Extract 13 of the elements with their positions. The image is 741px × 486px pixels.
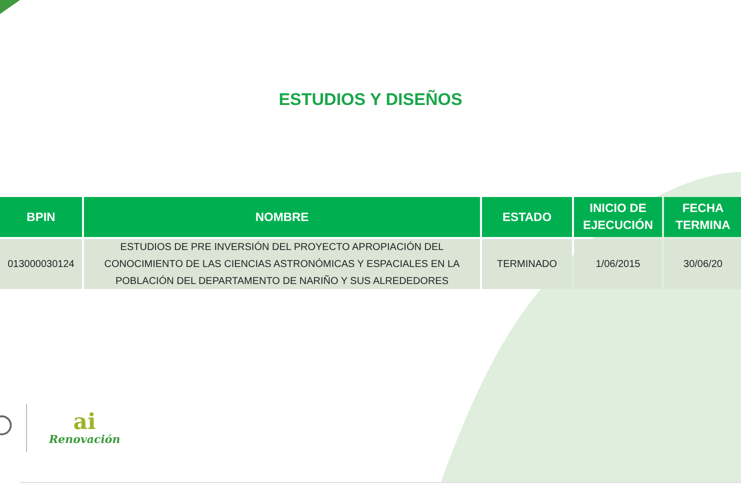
table-cell: 30/06/20 [664, 239, 741, 289]
column-header: FECHA TERMINA [664, 197, 741, 237]
table-cell: 1/06/2015 [574, 239, 662, 289]
table-cell: TERMINADO [482, 239, 572, 289]
slide-title: ESTUDIOS Y DISEÑOS [278, 88, 462, 111]
table-cell: 013000030124 [0, 239, 82, 289]
table-cell: ESTUDIOS DE PRE INVERSIÓN DEL PROYECTO APROPIACIÓN DEL CONOCIMIENTO DE LAS CIENCIAS ASTRONÓMICAS Y ESPACIALES EN LA POBLACIÓN DEL DEPARTAMENTO DE NARIÑO Y SUS ALREDEDORES [84, 239, 480, 289]
column-header: NOMBRE [84, 197, 480, 237]
column-header: ESTADO [482, 197, 572, 237]
corner-triangle [0, 0, 20, 14]
column-header: BPIN [0, 197, 82, 237]
column-header: INICIO DE EJECUCIÓN [574, 197, 662, 237]
renovacion-logo: ai Renovación [49, 410, 120, 446]
